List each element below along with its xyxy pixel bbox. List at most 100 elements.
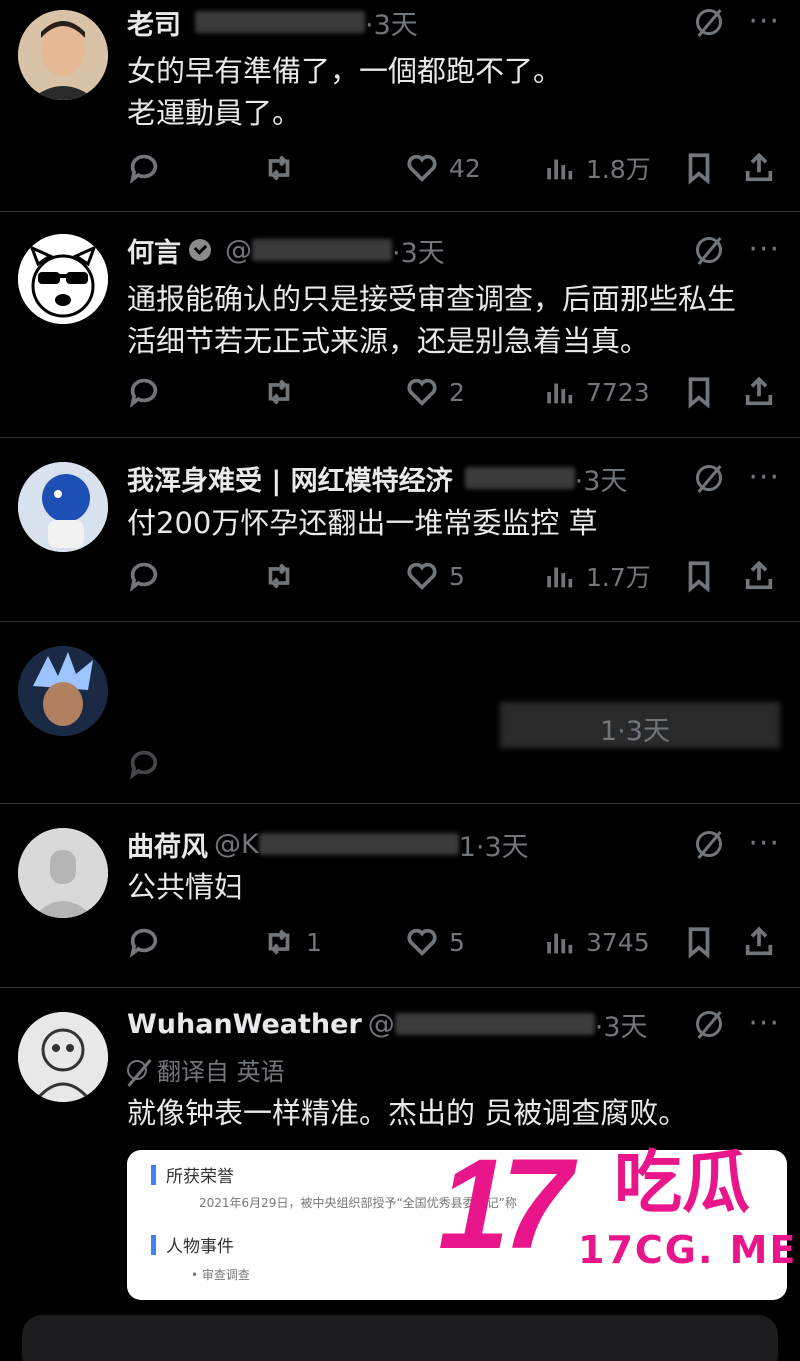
translated-label[interactable]: 翻译自 英语 bbox=[127, 1052, 285, 1087]
views-count: 3745 bbox=[586, 927, 650, 957]
more-icon[interactable]: ··· bbox=[748, 463, 780, 493]
reply-icon bbox=[129, 154, 158, 184]
like-count: 5 bbox=[449, 561, 465, 591]
views-button[interactable]: 1.7万 bbox=[542, 556, 651, 596]
retweet-button[interactable] bbox=[262, 372, 296, 412]
reply-3[interactable]: 我浑身难受 | 网红模特经济 ·3天 ··· 付200万怀孕还翻出一堆常委监控 … bbox=[0, 438, 800, 622]
share-button[interactable] bbox=[742, 148, 776, 188]
reply-4[interactable]: 1·3天 bbox=[0, 622, 800, 804]
retweet-button[interactable] bbox=[262, 148, 296, 188]
reply-button[interactable] bbox=[127, 372, 161, 412]
reply-button[interactable] bbox=[127, 148, 161, 188]
bookmark-icon bbox=[688, 561, 710, 593]
like-button[interactable]: 42 bbox=[405, 148, 481, 188]
handle[interactable]: @ bbox=[368, 1009, 395, 1040]
views-count: 7723 bbox=[586, 377, 650, 407]
reply-text-line: 女的早有準備了，一個都跑不了。 bbox=[127, 54, 563, 88]
bookmark-button[interactable] bbox=[682, 556, 716, 596]
retweet-button[interactable] bbox=[262, 556, 296, 596]
card-bullet: • 审查调查 bbox=[191, 1268, 250, 1282]
like-button[interactable]: 5 bbox=[405, 556, 465, 596]
share-button[interactable] bbox=[742, 922, 776, 962]
more-icon[interactable]: ··· bbox=[748, 829, 780, 859]
reply-text-line: 公共情妇 bbox=[127, 870, 244, 904]
display-name[interactable]: 我浑身难受 | 网红模特经济 bbox=[127, 459, 453, 498]
timestamp[interactable]: 1·3天 bbox=[459, 825, 529, 864]
reply-icon bbox=[129, 750, 158, 780]
more-icon[interactable]: ··· bbox=[748, 1009, 780, 1039]
timestamp[interactable]: ·3天 bbox=[575, 459, 628, 498]
heart-icon bbox=[407, 378, 437, 406]
reply-text-line: 老運動員了。 bbox=[127, 96, 302, 130]
reply-button[interactable] bbox=[127, 556, 161, 596]
share-icon bbox=[745, 560, 773, 590]
bookmark-button[interactable] bbox=[682, 148, 716, 188]
watermark-number: 17 bbox=[438, 1133, 572, 1276]
bookmark-icon bbox=[688, 377, 710, 409]
avatar[interactable] bbox=[18, 646, 108, 736]
reply-composer[interactable] bbox=[22, 1315, 778, 1361]
timestamp[interactable]: ·3天 bbox=[392, 231, 445, 270]
like-button[interactable]: 2 bbox=[405, 372, 465, 412]
grok-icon[interactable] bbox=[696, 1011, 723, 1037]
views-icon bbox=[547, 567, 573, 588]
timestamp[interactable]: ·3天 bbox=[365, 3, 418, 42]
blurred-handle bbox=[464, 467, 575, 489]
avatar[interactable] bbox=[18, 1012, 108, 1102]
display-name[interactable]: 曲荷风 bbox=[127, 825, 208, 864]
reply-text-line: 通报能确认的只是接受审查调查，后面那些私生 bbox=[127, 282, 737, 316]
handle[interactable]: @K bbox=[214, 829, 259, 860]
reply-2[interactable]: 何言 @ ·3天 ··· 通报能确认的只是接受审查调查，后面那些私生 活细节若无… bbox=[0, 212, 800, 438]
verified-icon bbox=[189, 239, 211, 261]
blurred-handle bbox=[195, 11, 365, 33]
heart-icon bbox=[407, 562, 437, 590]
card-section-title: 人物事件 bbox=[151, 1232, 234, 1257]
reply-button[interactable] bbox=[127, 922, 161, 962]
avatar[interactable] bbox=[18, 462, 108, 552]
avatar[interactable] bbox=[18, 234, 108, 324]
views-icon bbox=[547, 383, 573, 404]
share-button[interactable] bbox=[742, 372, 776, 412]
more-icon[interactable]: ··· bbox=[748, 7, 780, 37]
timestamp[interactable]: 1·3天 bbox=[600, 709, 670, 748]
views-button[interactable]: 1.8万 bbox=[542, 148, 651, 188]
retweet-icon bbox=[268, 929, 290, 955]
handle[interactable]: @ bbox=[225, 235, 252, 266]
reply-button[interactable] bbox=[127, 744, 161, 784]
blurred-handle bbox=[258, 833, 459, 855]
views-button[interactable]: 7723 bbox=[542, 372, 650, 412]
grok-icon[interactable] bbox=[696, 237, 723, 263]
like-count: 5 bbox=[449, 927, 465, 957]
display-name[interactable]: WuhanWeather bbox=[127, 1009, 362, 1040]
like-count: 42 bbox=[449, 153, 481, 183]
bookmark-icon bbox=[688, 927, 710, 959]
retweet-button[interactable]: 1 bbox=[262, 922, 322, 962]
translate-icon bbox=[127, 1059, 147, 1080]
blurred-handle bbox=[252, 239, 392, 261]
more-icon[interactable]: ··· bbox=[748, 235, 780, 265]
watermark-logo: 17 吃瓜 17CG. ME bbox=[438, 1140, 798, 1290]
like-button[interactable]: 5 bbox=[405, 922, 465, 962]
reply-5[interactable]: 曲荷风 @K 1·3天 ··· 公共情妇 1 5 3745 bbox=[0, 804, 800, 988]
reply-icon bbox=[129, 928, 158, 958]
reply-1[interactable]: 老司 ·3天 ··· 女的早有準備了，一個都跑不了。 老運動員了。 42 1.8… bbox=[0, 0, 800, 212]
avatar[interactable] bbox=[18, 10, 108, 100]
bookmark-button[interactable] bbox=[682, 922, 716, 962]
reply-text-line: 付200万怀孕还翻出一堆常委监控 草 bbox=[127, 506, 598, 540]
display-name[interactable]: 老司 bbox=[127, 3, 181, 42]
like-count: 2 bbox=[449, 377, 465, 407]
grok-icon[interactable] bbox=[696, 465, 723, 491]
reply-text-line: 活细节若无正式来源，还是别急着当真。 bbox=[127, 324, 650, 358]
views-count: 1.7万 bbox=[586, 563, 651, 592]
avatar[interactable] bbox=[18, 828, 108, 918]
timestamp[interactable]: ·3天 bbox=[595, 1005, 648, 1044]
display-name[interactable]: 何言 bbox=[127, 231, 181, 270]
views-button[interactable]: 3745 bbox=[542, 922, 650, 962]
heart-icon bbox=[407, 154, 437, 182]
translated-text: 翻译自 英语 bbox=[157, 1058, 285, 1086]
share-icon bbox=[745, 376, 773, 406]
share-button[interactable] bbox=[742, 556, 776, 596]
grok-icon[interactable] bbox=[696, 831, 723, 857]
grok-icon[interactable] bbox=[696, 9, 723, 35]
bookmark-button[interactable] bbox=[682, 372, 716, 412]
